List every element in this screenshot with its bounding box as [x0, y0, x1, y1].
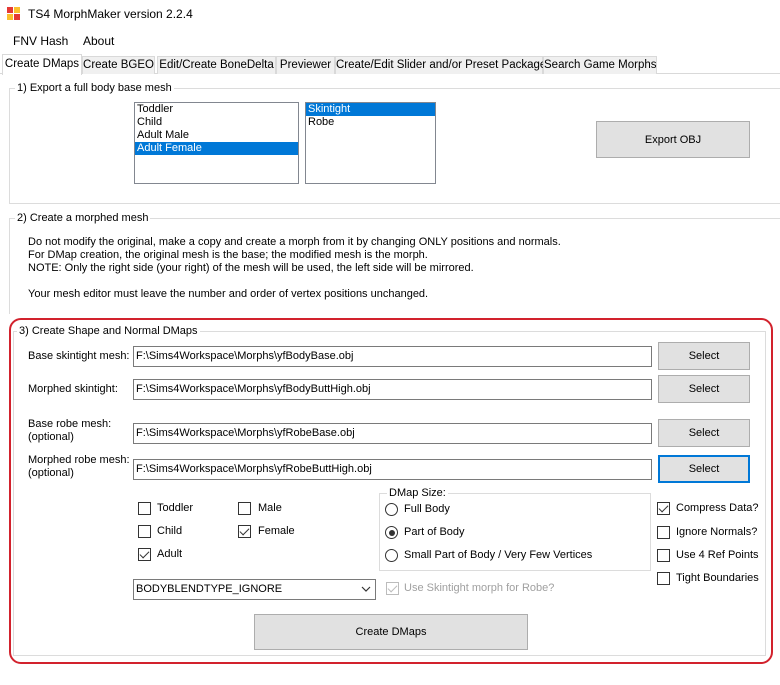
list-item[interactable]: Adult Male [135, 129, 298, 142]
tab-search-morphs[interactable]: Search Game Morphs [543, 56, 657, 74]
select-base-robe-button[interactable]: Select [658, 419, 750, 447]
chevron-down-icon [361, 586, 371, 592]
instruction-text: For DMap creation, the original mesh is … [28, 249, 428, 261]
tab-create-bgeo[interactable]: Create BGEO [82, 56, 155, 74]
ref-points-checkbox[interactable] [657, 549, 670, 562]
create-dmaps-button[interactable]: Create DMaps [254, 614, 528, 650]
use-skintight-label: Use Skintight morph for Robe? [404, 582, 555, 594]
full-body-radio[interactable] [385, 503, 398, 516]
menu-fnv-hash[interactable]: FNV Hash [10, 34, 71, 48]
ignore-normals-label: Ignore Normals? [676, 526, 758, 538]
tab-previewer[interactable]: Previewer [276, 56, 335, 74]
list-item-selected[interactable]: Adult Female [135, 142, 298, 155]
compress-label: Compress Data? [676, 502, 759, 514]
full-body-label: Full Body [404, 503, 450, 515]
app-icon [7, 7, 21, 21]
window-title: TS4 MorphMaker version 2.2.4 [28, 7, 193, 21]
small-part-label: Small Part of Body / Very Few Vertices [404, 549, 593, 561]
male-label: Male [258, 502, 282, 514]
child-checkbox[interactable] [138, 525, 151, 538]
toddler-label: Toddler [157, 502, 194, 514]
menu-bar: FNV Hash About [0, 30, 780, 52]
small-part-radio[interactable] [385, 549, 398, 562]
compress-checkbox[interactable] [657, 502, 670, 515]
base-robe-label: Base robe mesh: [28, 418, 112, 430]
instruction-text: NOTE: Only the right side (your right) o… [28, 262, 474, 274]
ignore-normals-checkbox[interactable] [657, 526, 670, 539]
base-robe-optional-label: (optional) [28, 431, 74, 443]
part-of-body-radio[interactable] [385, 526, 398, 539]
blend-type-value: BODYBLENDTYPE_IGNORE [136, 583, 283, 595]
tab-strip: Create DMaps Create BGEO Edit/Create Bon… [0, 54, 780, 75]
morphed-robe-input[interactable]: F:\Sims4Workspace\Morphs\yfRobeButtHigh.… [133, 459, 652, 480]
morph-group-title: 2) Create a morphed mesh [15, 212, 151, 224]
select-morphed-robe-button[interactable]: Select [658, 455, 750, 483]
tight-boundaries-label: Tight Boundaries [676, 572, 759, 584]
tab-slider-package[interactable]: Create/Edit Slider and/or Preset Package [335, 56, 546, 74]
dmaps-group-title: 3) Create Shape and Normal DMaps [17, 325, 200, 337]
list-item[interactable]: Child [135, 116, 298, 129]
morphed-robe-optional-label: (optional) [28, 467, 74, 479]
base-skintight-input[interactable]: F:\Sims4Workspace\Morphs\yfBodyBase.obj [133, 346, 652, 367]
title-bar: TS4 MorphMaker version 2.2.4 [0, 0, 780, 28]
instruction-text: Do not modify the original, make a copy … [28, 236, 561, 248]
base-skintight-label: Base skintight mesh: [28, 350, 130, 362]
menu-about[interactable]: About [80, 34, 117, 48]
morphed-robe-label: Morphed robe mesh: [28, 454, 130, 466]
part-of-body-label: Part of Body [404, 526, 465, 538]
dmap-size-title: DMap Size: [387, 487, 448, 499]
toddler-checkbox[interactable] [138, 502, 151, 515]
base-robe-input[interactable]: F:\Sims4Workspace\Morphs\yfRobeBase.obj [133, 423, 652, 444]
mesh-type-list[interactable]: Skintight Robe [305, 102, 436, 184]
tight-boundaries-checkbox[interactable] [657, 572, 670, 585]
list-item-selected[interactable]: Skintight [306, 103, 435, 116]
adult-checkbox[interactable] [138, 548, 151, 561]
export-obj-button[interactable]: Export OBJ [596, 121, 750, 158]
blend-type-select[interactable]: BODYBLENDTYPE_IGNORE [133, 579, 376, 600]
adult-label: Adult [157, 548, 183, 560]
export-group-title: 1) Export a full body base mesh [15, 82, 174, 94]
select-morphed-skintight-button[interactable]: Select [658, 375, 750, 403]
child-label: Child [157, 525, 183, 537]
female-checkbox[interactable] [238, 525, 251, 538]
instruction-text: Your mesh editor must leave the number a… [28, 288, 429, 300]
morphed-skintight-label: Morphed skintight: [28, 383, 118, 395]
list-item[interactable]: Toddler [135, 103, 298, 116]
use-skintight-checkbox[interactable] [386, 582, 399, 595]
select-base-skintight-button[interactable]: Select [658, 342, 750, 370]
age-list[interactable]: Toddler Child Adult Male Adult Female [134, 102, 299, 184]
tab-edit-bonedelta[interactable]: Edit/Create BoneDelta [157, 56, 276, 74]
morphed-skintight-input[interactable]: F:\Sims4Workspace\Morphs\yfBodyButtHigh.… [133, 379, 652, 400]
tab-create-dmaps[interactable]: Create DMaps [2, 54, 82, 75]
list-item[interactable]: Robe [306, 116, 435, 129]
female-label: Female [258, 525, 295, 537]
ref-points-label: Use 4 Ref Points [676, 549, 759, 561]
male-checkbox[interactable] [238, 502, 251, 515]
